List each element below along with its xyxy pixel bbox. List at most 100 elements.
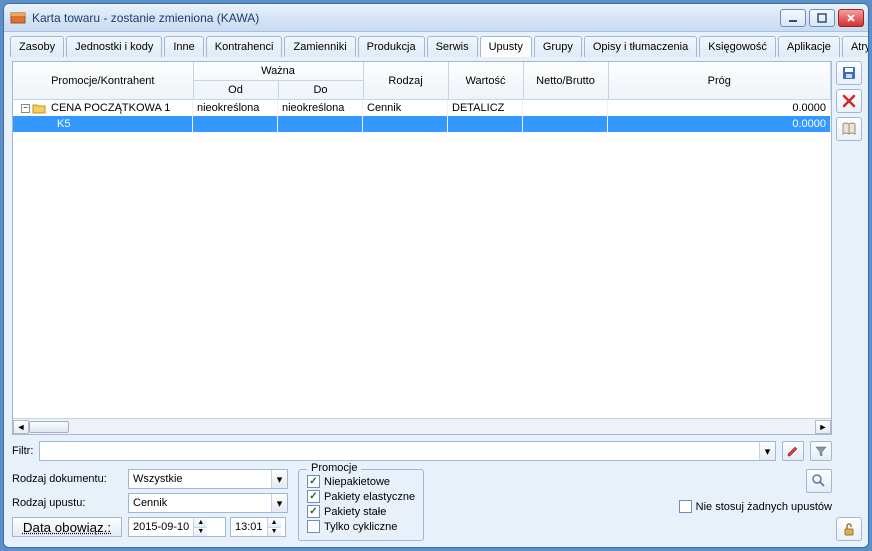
rodzaj-upustu-value: Cennik [129,494,271,512]
row-label: CENA POCZĄTKOWA 1 [51,102,170,114]
tab-zasoby[interactable]: Zasoby [10,36,64,57]
spin-up-icon[interactable]: ▲ [268,518,281,528]
filter-label: Filtr: [12,445,33,457]
collapse-icon[interactable]: − [21,104,30,113]
cell-prog: 0.0000 [608,100,831,116]
promocje-legend: Promocje [307,462,361,474]
col-prog[interactable]: Próg [608,62,830,100]
minimize-button[interactable] [780,9,806,27]
data-obowiaz-button[interactable]: Data obowiąz.: [12,517,122,537]
checkbox-pakiety-elastyczne[interactable] [307,490,320,503]
spin-down-icon[interactable]: ▼ [268,528,281,537]
cell-wartosc: DETALICZ [448,100,523,116]
checkbox-label: Pakiety elastyczne [324,491,415,503]
time-input[interactable]: 13:01 ▲▼ [230,517,286,537]
filter-edit-button[interactable] [782,441,804,461]
nie-stosuj-row: Nie stosuj żadnych upustów [679,499,832,514]
help-button[interactable] [836,117,862,141]
funnel-icon [814,444,828,458]
col-promo[interactable]: Promocje/Kontrahent [13,62,193,100]
rodzaj-upustu-label: Rodzaj upustu: [12,497,122,509]
tab-opisy-i-t-umaczenia[interactable]: Opisy i tłumaczenia [584,36,697,57]
nie-stosuj-checkbox[interactable] [679,500,692,513]
save-button[interactable] [836,61,862,85]
spin-up-icon[interactable]: ▲ [194,518,207,528]
spin-down-icon[interactable]: ▼ [194,528,207,537]
col-do[interactable]: Do [278,81,363,100]
checkbox-tylko-cykliczne[interactable] [307,520,320,533]
pencil-icon [786,444,800,458]
rodzaj-dokumentu-combo[interactable]: Wszystkie ▾ [128,469,288,489]
tab-aplikacje[interactable]: Aplikacje [778,36,840,57]
cell-nettobrutto [523,100,608,116]
tab-grupy[interactable]: Grupy [534,36,582,57]
date-value: 2015-09-10 [129,518,193,536]
scroll-left-icon[interactable]: ◄ [13,420,29,434]
tab-kontrahenci[interactable]: Kontrahenci [206,36,283,57]
app-icon [10,10,26,26]
col-od[interactable]: Od [193,81,278,100]
maximize-button[interactable] [809,9,835,27]
grid-body[interactable]: − CENA POCZĄTKOWA 1 nieokreślonanieokreślo… [13,100,831,418]
table-row[interactable]: − CENA POCZĄTKOWA 1 nieokreślonanieokreślo… [13,100,831,116]
rodzaj-dokumentu-label: Rodzaj dokumentu: [12,473,122,485]
cell-promo: − CENA POCZĄTKOWA 1 [13,100,193,116]
nie-stosuj-label: Nie stosuj żadnych upustów [696,501,832,513]
table-row[interactable]: K50.0000 [13,116,831,132]
cell-do: nieokreślona [278,100,363,116]
checkbox-row: Pakiety stałe [307,504,415,519]
cell-do [278,116,363,132]
filter-input-wrapper: ▾ [39,441,776,461]
checkbox-niepakietowe[interactable] [307,475,320,488]
filter-builder-button[interactable] [810,441,832,461]
close-button[interactable] [838,9,864,27]
time-value: 13:01 [231,518,267,536]
unlock-icon [841,521,857,537]
tab-serwis[interactable]: Serwis [427,36,478,57]
rodzaj-dokumentu-value: Wszystkie [129,470,271,488]
tab-produkcja[interactable]: Produkcja [358,36,425,57]
titlebar: Karta towaru - zostanie zmieniona (KAWA) [4,4,868,32]
tab-ksi-gowo-[interactable]: Księgowość [699,36,776,57]
filter-dropdown-button[interactable]: ▾ [759,442,775,460]
search-icon [811,473,827,489]
app-window: Karta towaru - zostanie zmieniona (KAWA)… [3,3,869,548]
col-group-wazna[interactable]: Ważna [193,62,363,81]
checkbox-row: Pakiety elastyczne [307,489,415,504]
delete-button[interactable] [836,89,862,113]
delete-icon [841,93,857,109]
col-nettobrutto[interactable]: Netto/Brutto [523,62,608,100]
filter-input[interactable] [40,442,759,460]
cell-nettobrutto [523,116,608,132]
tab-zamienniki[interactable]: Zamienniki [284,36,355,57]
tab-jednostki-i-kody[interactable]: Jednostki i kody [66,36,162,57]
cell-od: nieokreślona [193,100,278,116]
cell-od [193,116,278,132]
tab-atrybuty[interactable]: Atrybuty [842,36,869,57]
checkbox-row: Tylko cykliczne [307,519,415,534]
checkbox-label: Tylko cykliczne [324,521,397,533]
col-wartosc[interactable]: Wartość [448,62,523,100]
tabs-row: ZasobyJednostki i kodyInneKontrahenciZam… [4,32,868,57]
cell-rodzaj [363,116,448,132]
minimize-icon [788,13,798,23]
checkbox-pakiety-sta-e[interactable] [307,505,320,518]
grid-horizontal-scrollbar[interactable]: ◄ ► [13,418,831,434]
save-icon [841,65,857,81]
close-icon [846,13,856,23]
cell-wartosc [448,116,523,132]
rodzaj-upustu-combo[interactable]: Cennik ▾ [128,493,288,513]
promocje-groupbox: Promocje NiepakietowePakiety elastyczneP… [298,469,424,541]
cell-promo: K5 [13,116,193,132]
scroll-right-icon[interactable]: ► [815,420,831,434]
col-rodzaj[interactable]: Rodzaj [363,62,448,100]
tab-upusty[interactable]: Upusty [480,36,532,58]
scroll-thumb[interactable] [29,421,69,433]
unlock-button[interactable] [836,517,862,541]
recalculate-button[interactable] [806,469,832,493]
checkbox-label: Niepakietowe [324,476,390,488]
tab-inne[interactable]: Inne [164,36,203,57]
checkbox-row: Niepakietowe [307,474,415,489]
checkbox-label: Pakiety stałe [324,506,386,518]
date-input[interactable]: 2015-09-10 ▲▼ [128,517,226,537]
